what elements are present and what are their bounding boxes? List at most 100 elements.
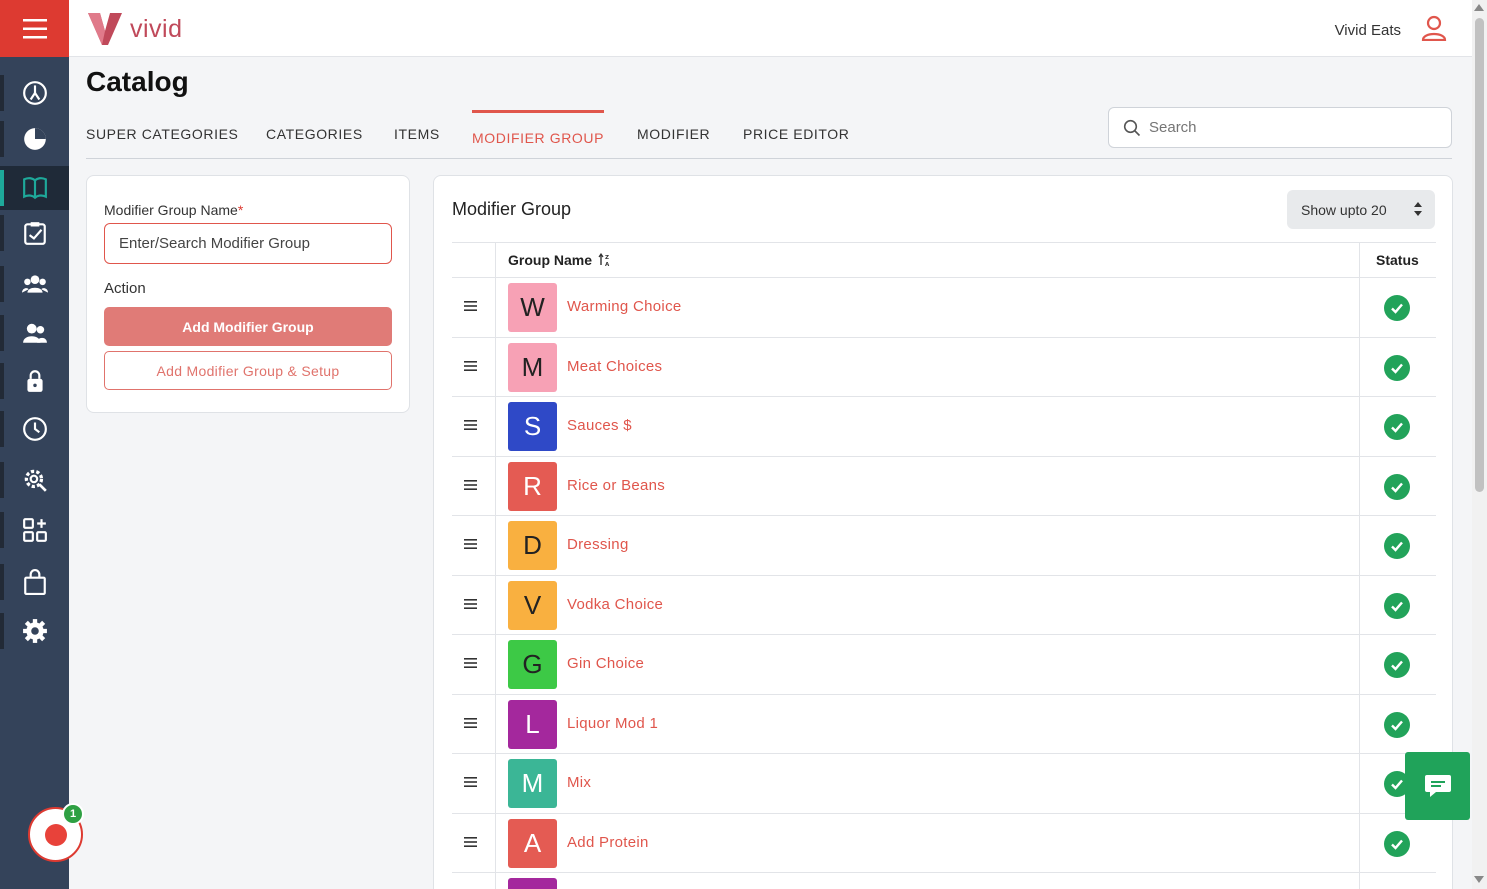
group-name-link[interactable]: Vodka Choice — [567, 596, 663, 613]
clock-icon — [22, 417, 47, 441]
group-initial-tile: A — [508, 818, 557, 868]
group-name-link[interactable]: Add Protein — [567, 834, 649, 851]
search-input[interactable] — [1149, 119, 1429, 136]
chat-icon — [1424, 775, 1451, 797]
drag-handle-icon[interactable] — [464, 835, 478, 849]
gear-icon — [22, 619, 47, 643]
drag-handle-icon[interactable] — [464, 597, 478, 611]
status-active-icon[interactable] — [1384, 830, 1410, 857]
search-icon — [1123, 119, 1141, 136]
group-name-link[interactable]: Dressing — [567, 536, 629, 553]
menu-toggle-button[interactable] — [0, 0, 69, 57]
group-name-link[interactable]: Gin Choice — [567, 655, 644, 672]
user-profile-icon[interactable] — [1421, 15, 1447, 41]
table-row[interactable]: D Dressing — [452, 516, 1436, 576]
users-group-icon — [21, 275, 48, 293]
status-active-icon[interactable] — [1384, 711, 1410, 738]
lock-icon — [26, 370, 43, 392]
status-active-icon[interactable] — [1384, 533, 1410, 559]
table-row[interactable]: R Rice or Beans — [452, 456, 1436, 516]
group-name-link[interactable]: Sauces $ — [567, 417, 632, 434]
table-row[interactable]: G Gin Choice — [452, 635, 1436, 695]
tab-price-editor[interactable]: PRICE EDITOR — [743, 110, 850, 158]
list-title: Modifier Group — [452, 199, 572, 219]
tab-categories[interactable]: CATEGORIES — [266, 110, 363, 158]
status-active-icon[interactable] — [1384, 295, 1410, 321]
sidebar-item-clipboard-check[interactable] — [0, 211, 69, 255]
sidebar-item-staff[interactable] — [0, 311, 69, 355]
status-active-icon[interactable] — [1384, 592, 1410, 619]
sidebar-item-pie-chart[interactable] — [0, 117, 69, 161]
sidebar-item-gear[interactable] — [0, 609, 69, 653]
group-name-link[interactable]: Warming Choice — [567, 298, 682, 315]
table-row[interactable]: M Meat Choices — [452, 337, 1436, 397]
group-initial-tile: M — [508, 342, 557, 392]
group-name-link[interactable]: Liquor Mod 1 — [567, 715, 658, 732]
drag-handle-icon[interactable] — [464, 359, 478, 373]
sidebar-item-shopping-bag[interactable] — [0, 560, 69, 604]
page-scrollbar[interactable] — [1472, 0, 1487, 889]
drag-handle-icon[interactable] — [464, 775, 478, 789]
tab-modifier-group[interactable]: MODIFIER GROUP — [472, 110, 605, 158]
group-name-link[interactable]: Meat Choices — [567, 358, 662, 375]
drag-handle-icon[interactable] — [464, 656, 478, 670]
group-initial-tile: M — [508, 759, 557, 808]
clipboard-check-icon — [23, 222, 46, 245]
modifier-group-name-input[interactable] — [104, 223, 392, 264]
table-row[interactable]: L Liquor Mod 1 — [452, 694, 1436, 754]
vivid-logo[interactable]: vivid — [86, 11, 183, 47]
page-size-select[interactable]: Show upto 20 — [1287, 190, 1435, 229]
action-label: Action — [104, 280, 146, 297]
group-name-column-header[interactable]: Group Name ZA — [508, 252, 612, 268]
table-row[interactable]: S Sauces $ — [452, 397, 1436, 457]
table-row[interactable]: A Add Protein — [452, 813, 1436, 873]
shopping-bag-icon — [23, 569, 46, 595]
search-field[interactable] — [1108, 107, 1452, 148]
sidebar-item-settings-search[interactable] — [0, 458, 69, 502]
sidebar-item-dashboard-gauge[interactable] — [0, 71, 69, 115]
account-name[interactable]: Vivid Eats — [1335, 22, 1401, 39]
apps-grid-icon — [22, 518, 47, 542]
group-initial-tile: S — [508, 402, 557, 451]
tab-super-categories[interactable]: SUPER CATEGORIES — [86, 110, 238, 158]
drag-handle-icon[interactable] — [464, 537, 478, 551]
drag-handle-icon[interactable] — [464, 716, 478, 730]
tab-modifier[interactable]: MODIFIER — [637, 110, 710, 158]
chat-button[interactable] — [1405, 752, 1470, 820]
drag-handle-icon[interactable] — [464, 478, 478, 492]
status-active-icon[interactable] — [1384, 414, 1410, 440]
catalog-book-icon — [22, 177, 47, 200]
add-modifier-group-setup-button[interactable]: Add Modifier Group & Setup — [104, 351, 392, 390]
group-initial-tile: V — [508, 580, 557, 630]
sidebar-item-apps-grid[interactable] — [0, 508, 69, 552]
drag-handle-icon[interactable] — [464, 299, 478, 313]
group-initial-tile: G — [508, 640, 557, 689]
table-header: Group Name ZA Status — [452, 242, 1436, 278]
settings-search-icon — [24, 469, 47, 492]
scroll-up-arrow-icon[interactable] — [1474, 4, 1484, 11]
scroll-thumb[interactable] — [1475, 18, 1484, 492]
table-row[interactable] — [452, 873, 1436, 889]
table-row[interactable]: M Mix — [452, 754, 1436, 814]
record-button[interactable]: 1 — [28, 803, 84, 862]
table-row[interactable]: W Warming Choice — [452, 278, 1436, 338]
staff-icon — [22, 323, 47, 343]
sidebar-item-clock[interactable] — [0, 407, 69, 451]
tab-items[interactable]: ITEMS — [394, 110, 440, 158]
group-name-link[interactable]: Mix — [567, 774, 591, 791]
sidebar-item-catalog-book[interactable] — [0, 166, 69, 210]
vivid-logo-icon — [88, 13, 122, 45]
drag-handle-icon[interactable] — [464, 418, 478, 432]
scroll-down-arrow-icon[interactable] — [1474, 876, 1484, 883]
select-arrows-icon — [1414, 202, 1422, 216]
status-active-icon[interactable] — [1384, 473, 1410, 500]
add-modifier-group-button[interactable]: Add Modifier Group — [104, 307, 392, 346]
sidebar-item-users-group[interactable] — [0, 262, 69, 306]
pie-chart-icon — [23, 128, 46, 150]
sidebar-item-lock[interactable] — [0, 359, 69, 403]
group-name-link[interactable]: Rice or Beans — [567, 477, 665, 494]
status-active-icon[interactable] — [1384, 652, 1410, 678]
record-dot-icon — [44, 823, 67, 846]
status-active-icon[interactable] — [1384, 354, 1410, 381]
table-row[interactable]: V Vodka Choice — [452, 575, 1436, 635]
